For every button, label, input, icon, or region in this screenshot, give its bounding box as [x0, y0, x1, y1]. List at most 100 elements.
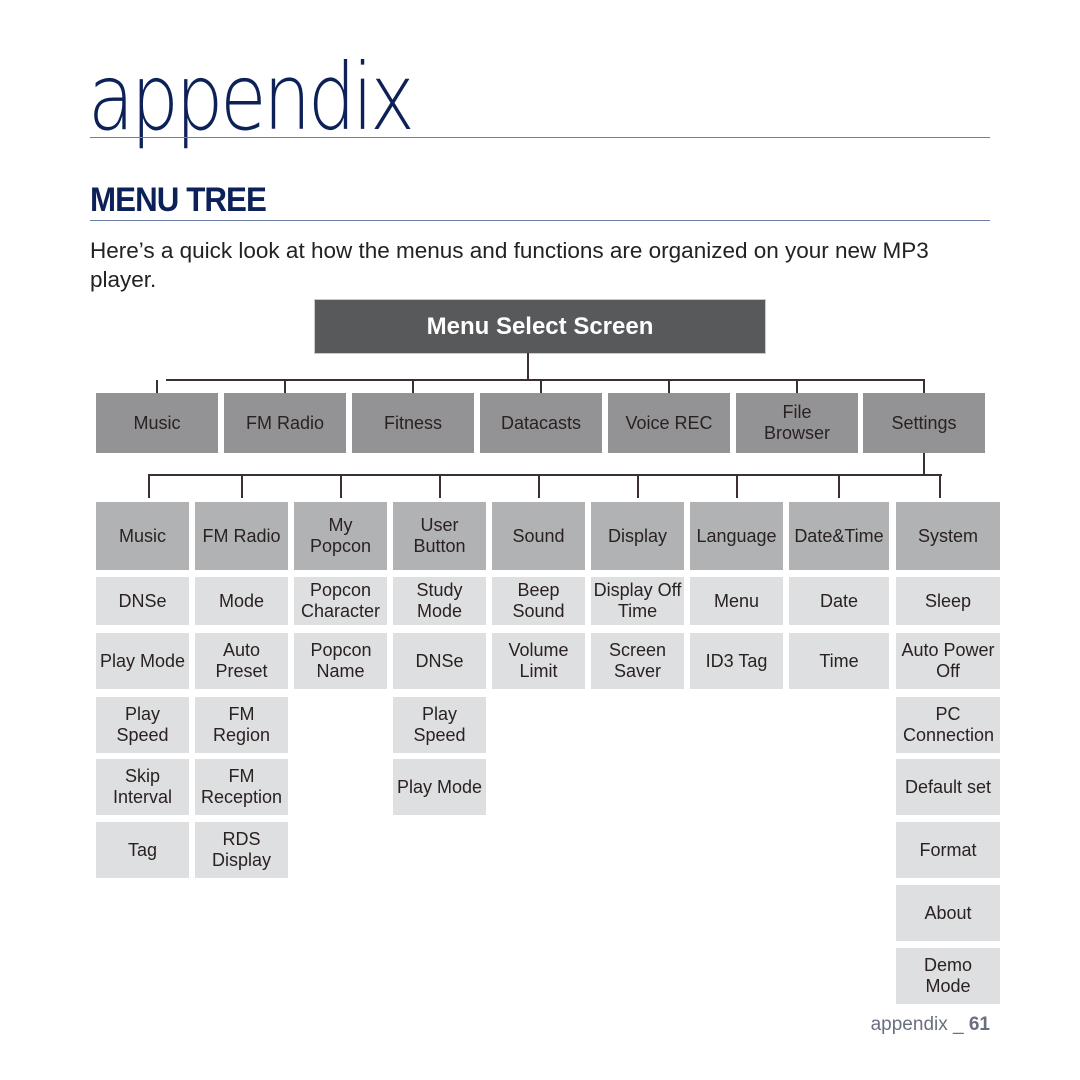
- settings-category-system-label: System: [917, 525, 978, 546]
- settings-item-sleep-label: Sleep: [924, 590, 972, 611]
- chapter-title: appendix: [88, 44, 415, 151]
- settings-item-format-label: Format: [919, 839, 977, 860]
- settings-item-date: Date: [789, 577, 889, 625]
- settings-item-format: Format: [896, 822, 1000, 878]
- menu-box-settings-label: Settings: [891, 412, 957, 433]
- settings-item-auto-power-off-label: Auto Power Off: [901, 640, 995, 681]
- settings-category-my-popcon: My Popcon: [294, 502, 387, 570]
- menu-box-voice-rec-label: Voice REC: [625, 412, 713, 433]
- settings-item-tag-label: Tag: [127, 839, 158, 860]
- settings-item-fm-reception: FM Reception: [195, 759, 288, 815]
- menu-box-file-browser-label: File Browser: [763, 402, 830, 443]
- settings-item-play-speed-label: Play Speed: [413, 704, 466, 745]
- settings-item-beep-sound-label: Beep Sound: [512, 580, 565, 621]
- settings-item-skip-interval-label: Skip Interval: [112, 766, 173, 807]
- settings-item-demo-mode: Demo Mode: [896, 948, 1000, 1004]
- menu-box-music-label: Music: [133, 412, 181, 433]
- connector-settings-bus: [148, 474, 942, 476]
- menu-box-file-browser: File Browser: [736, 393, 858, 453]
- settings-item-pc-connection-label: PC Connection: [903, 704, 995, 745]
- settings-item-tag: Tag: [96, 822, 189, 878]
- settings-item-screen-saver-label: Screen Saver: [608, 640, 667, 681]
- connector-settings-drop: [838, 475, 840, 498]
- settings-category-date-and-time: Date&Time: [789, 502, 889, 570]
- connector-level1-drop: [412, 380, 414, 394]
- settings-item-popcon-character: Popcon Character: [294, 577, 387, 625]
- connector-settings-down: [923, 453, 925, 475]
- chapter-title-rule: [90, 137, 990, 138]
- settings-item-play-speed: Play Speed: [96, 697, 189, 753]
- page-number: 61: [968, 1014, 990, 1035]
- menu-box-music: Music: [96, 393, 218, 453]
- connector-settings-drop: [736, 475, 738, 498]
- settings-item-dnse: DNSe: [393, 633, 486, 689]
- settings-category-fm-radio: FM Radio: [195, 502, 288, 570]
- settings-item-play-speed-label: Play Speed: [116, 704, 169, 745]
- connector-settings-drop: [148, 475, 150, 498]
- settings-item-study-mode: Study Mode: [393, 577, 486, 625]
- connector-level1-bus: [166, 379, 925, 381]
- settings-item-demo-mode-label: Demo Mode: [923, 955, 972, 996]
- settings-item-dnse: DNSe: [96, 577, 189, 625]
- connector-level1-drop: [923, 380, 925, 394]
- settings-item-date-label: Date: [819, 590, 859, 611]
- settings-item-popcon-character-label: Popcon Character: [300, 580, 381, 621]
- settings-category-system: System: [896, 502, 1000, 570]
- settings-item-menu-label: Menu: [713, 590, 760, 611]
- menu-box-fitness: Fitness: [352, 393, 474, 453]
- settings-item-volume-limit-label: Volume Limit: [508, 640, 569, 681]
- settings-category-my-popcon-label: My Popcon: [309, 515, 372, 556]
- section-title: MENU TREE: [90, 181, 267, 219]
- settings-item-display-off-time: Display Off Time: [591, 577, 684, 625]
- settings-category-display: Display: [591, 502, 684, 570]
- settings-item-play-mode-label: Play Mode: [396, 776, 483, 797]
- intro-paragraph: Here’s a quick look at how the menus and…: [90, 238, 929, 292]
- settings-item-dnse-label: DNSe: [118, 590, 167, 611]
- menu-box-datacasts-label: Datacasts: [500, 412, 582, 433]
- settings-category-music-label: Music: [118, 525, 166, 546]
- settings-item-pc-connection: PC Connection: [896, 697, 1000, 753]
- connector-level1-drop: [796, 380, 798, 394]
- connector-settings-drop: [241, 475, 243, 498]
- settings-item-fm-region: FM Region: [195, 697, 288, 753]
- connector-level1-drop: [284, 380, 286, 394]
- settings-item-default-set: Default set: [896, 759, 1000, 815]
- settings-item-auto-power-off: Auto Power Off: [896, 633, 1000, 689]
- settings-item-display-off-time-label: Display Off Time: [593, 580, 682, 621]
- settings-item-id3-tag: ID3 Tag: [690, 633, 783, 689]
- settings-category-music: Music: [96, 502, 189, 570]
- footer-section-label: appendix _: [870, 1014, 964, 1035]
- settings-item-auto-preset: Auto Preset: [195, 633, 288, 689]
- menu-box-fm-radio: FM Radio: [224, 393, 346, 453]
- connector-level1-drop: [156, 380, 158, 394]
- settings-item-play-speed: Play Speed: [393, 697, 486, 753]
- menu-box-fitness-label: Fitness: [383, 412, 443, 433]
- settings-item-popcon-name-label: Popcon Name: [310, 640, 372, 681]
- settings-item-time: Time: [789, 633, 889, 689]
- page-footer: appendix _ 61: [871, 1014, 990, 1036]
- connector-settings-drop: [340, 475, 342, 498]
- settings-category-display-label: Display: [607, 525, 668, 546]
- connector-level1-drop: [540, 380, 542, 394]
- settings-item-play-mode-label: Play Mode: [99, 650, 186, 671]
- settings-category-sound-label: Sound: [512, 525, 565, 546]
- settings-item-screen-saver: Screen Saver: [591, 633, 684, 689]
- menu-box-voice-rec: Voice REC: [608, 393, 730, 453]
- settings-category-fm-radio-label: FM Radio: [202, 525, 281, 546]
- settings-item-rds-display: RDS Display: [195, 822, 288, 878]
- settings-item-play-mode: Play Mode: [393, 759, 486, 815]
- settings-category-language: Language: [690, 502, 783, 570]
- settings-item-skip-interval: Skip Interval: [96, 759, 189, 815]
- settings-category-language-label: Language: [696, 525, 777, 546]
- settings-item-menu: Menu: [690, 577, 783, 625]
- settings-item-beep-sound: Beep Sound: [492, 577, 585, 625]
- menu-box-fm-radio-label: FM Radio: [245, 412, 325, 433]
- connector-settings-drop: [637, 475, 639, 498]
- settings-item-dnse-label: DNSe: [415, 650, 464, 671]
- settings-category-user-button: User Button: [393, 502, 486, 570]
- settings-item-id3-tag-label: ID3 Tag: [705, 650, 768, 671]
- settings-category-user-button-label: User Button: [413, 515, 466, 556]
- settings-item-study-mode-label: Study Mode: [416, 580, 463, 621]
- settings-item-play-mode: Play Mode: [96, 633, 189, 689]
- settings-item-popcon-name: Popcon Name: [294, 633, 387, 689]
